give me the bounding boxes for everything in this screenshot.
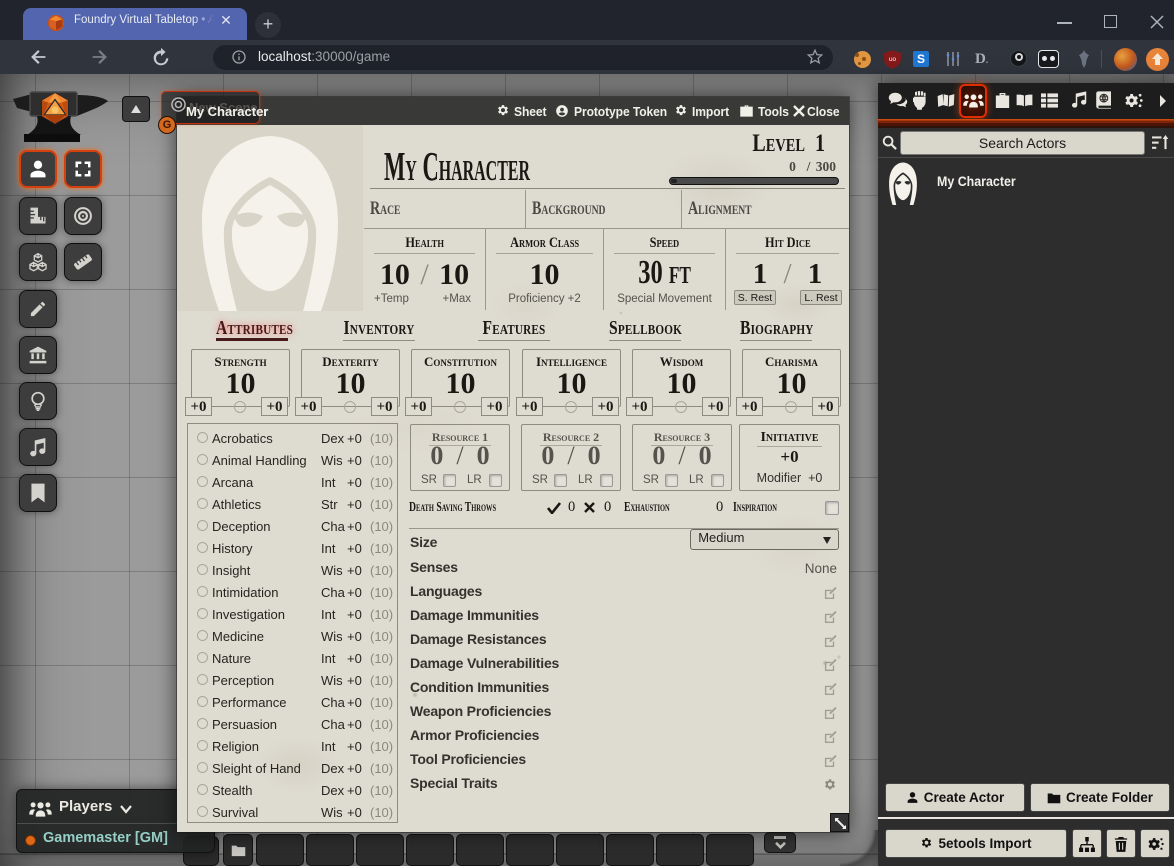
svg-text:uo: uo	[889, 56, 897, 63]
